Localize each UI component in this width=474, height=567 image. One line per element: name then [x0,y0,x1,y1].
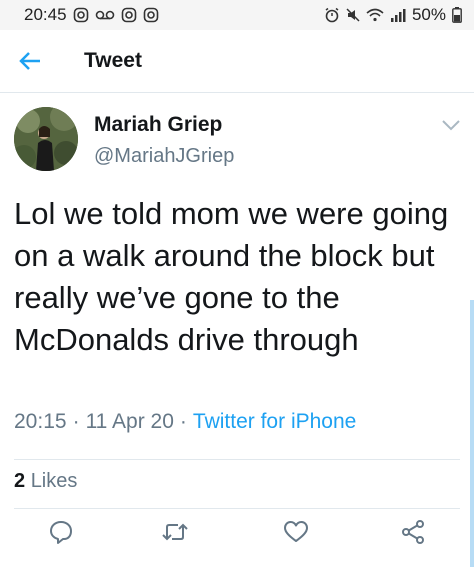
meta-separator: · [179,410,187,433]
likes-label: Likes [30,470,78,492]
tweet-source-link[interactable]: Twitter for iPhone [193,410,356,434]
back-button[interactable] [0,30,60,92]
alarm-icon [324,7,340,23]
mute-icon [346,8,360,22]
likes-number: 2 [14,470,26,492]
app-header: Tweet [0,30,474,93]
retweet-icon [162,523,188,541]
tweet-actions [0,512,474,552]
reply-button[interactable] [41,512,81,552]
battery-icon [452,7,462,23]
share-icon [402,520,424,544]
instagram-icon [73,7,89,23]
status-time: 20:45 [24,5,67,24]
chevron-down-icon[interactable] [440,117,462,133]
status-bar-right: 50% [324,5,462,25]
reply-icon [50,521,72,544]
instagram-icon [143,7,159,23]
status-bar: 20:45 50% [0,0,474,30]
divider [14,459,460,460]
author-handle[interactable]: @MariahJGriep [94,145,234,168]
share-button[interactable] [393,512,433,552]
tweet-text: Lol we told mom we were going on a walk … [14,196,449,357]
divider [14,508,460,509]
retweet-button[interactable] [155,512,195,552]
avatar[interactable] [14,107,78,171]
voicemail-icon [95,8,115,22]
tweet-time: 20:15 [14,410,67,433]
scrollbar[interactable] [470,300,474,567]
likes-count[interactable]: 2 Likes [14,470,77,493]
arrow-left-icon [19,52,40,70]
battery-percent: 50% [411,5,446,24]
page-title: Tweet [84,49,142,72]
status-bar-left: 20:45 [24,5,159,25]
signal-icon [390,8,406,22]
like-button[interactable] [276,512,316,552]
tweet-meta: 20:15 · 11 Apr 20 · Twitter for iPhone [14,410,356,434]
author-name[interactable]: Mariah Griep [94,113,222,137]
like-icon [284,521,308,542]
meta-separator: · [72,410,80,433]
instagram-icon [121,7,137,23]
tweet-date: 11 Apr 20 [85,410,174,433]
wifi-icon [366,8,384,22]
